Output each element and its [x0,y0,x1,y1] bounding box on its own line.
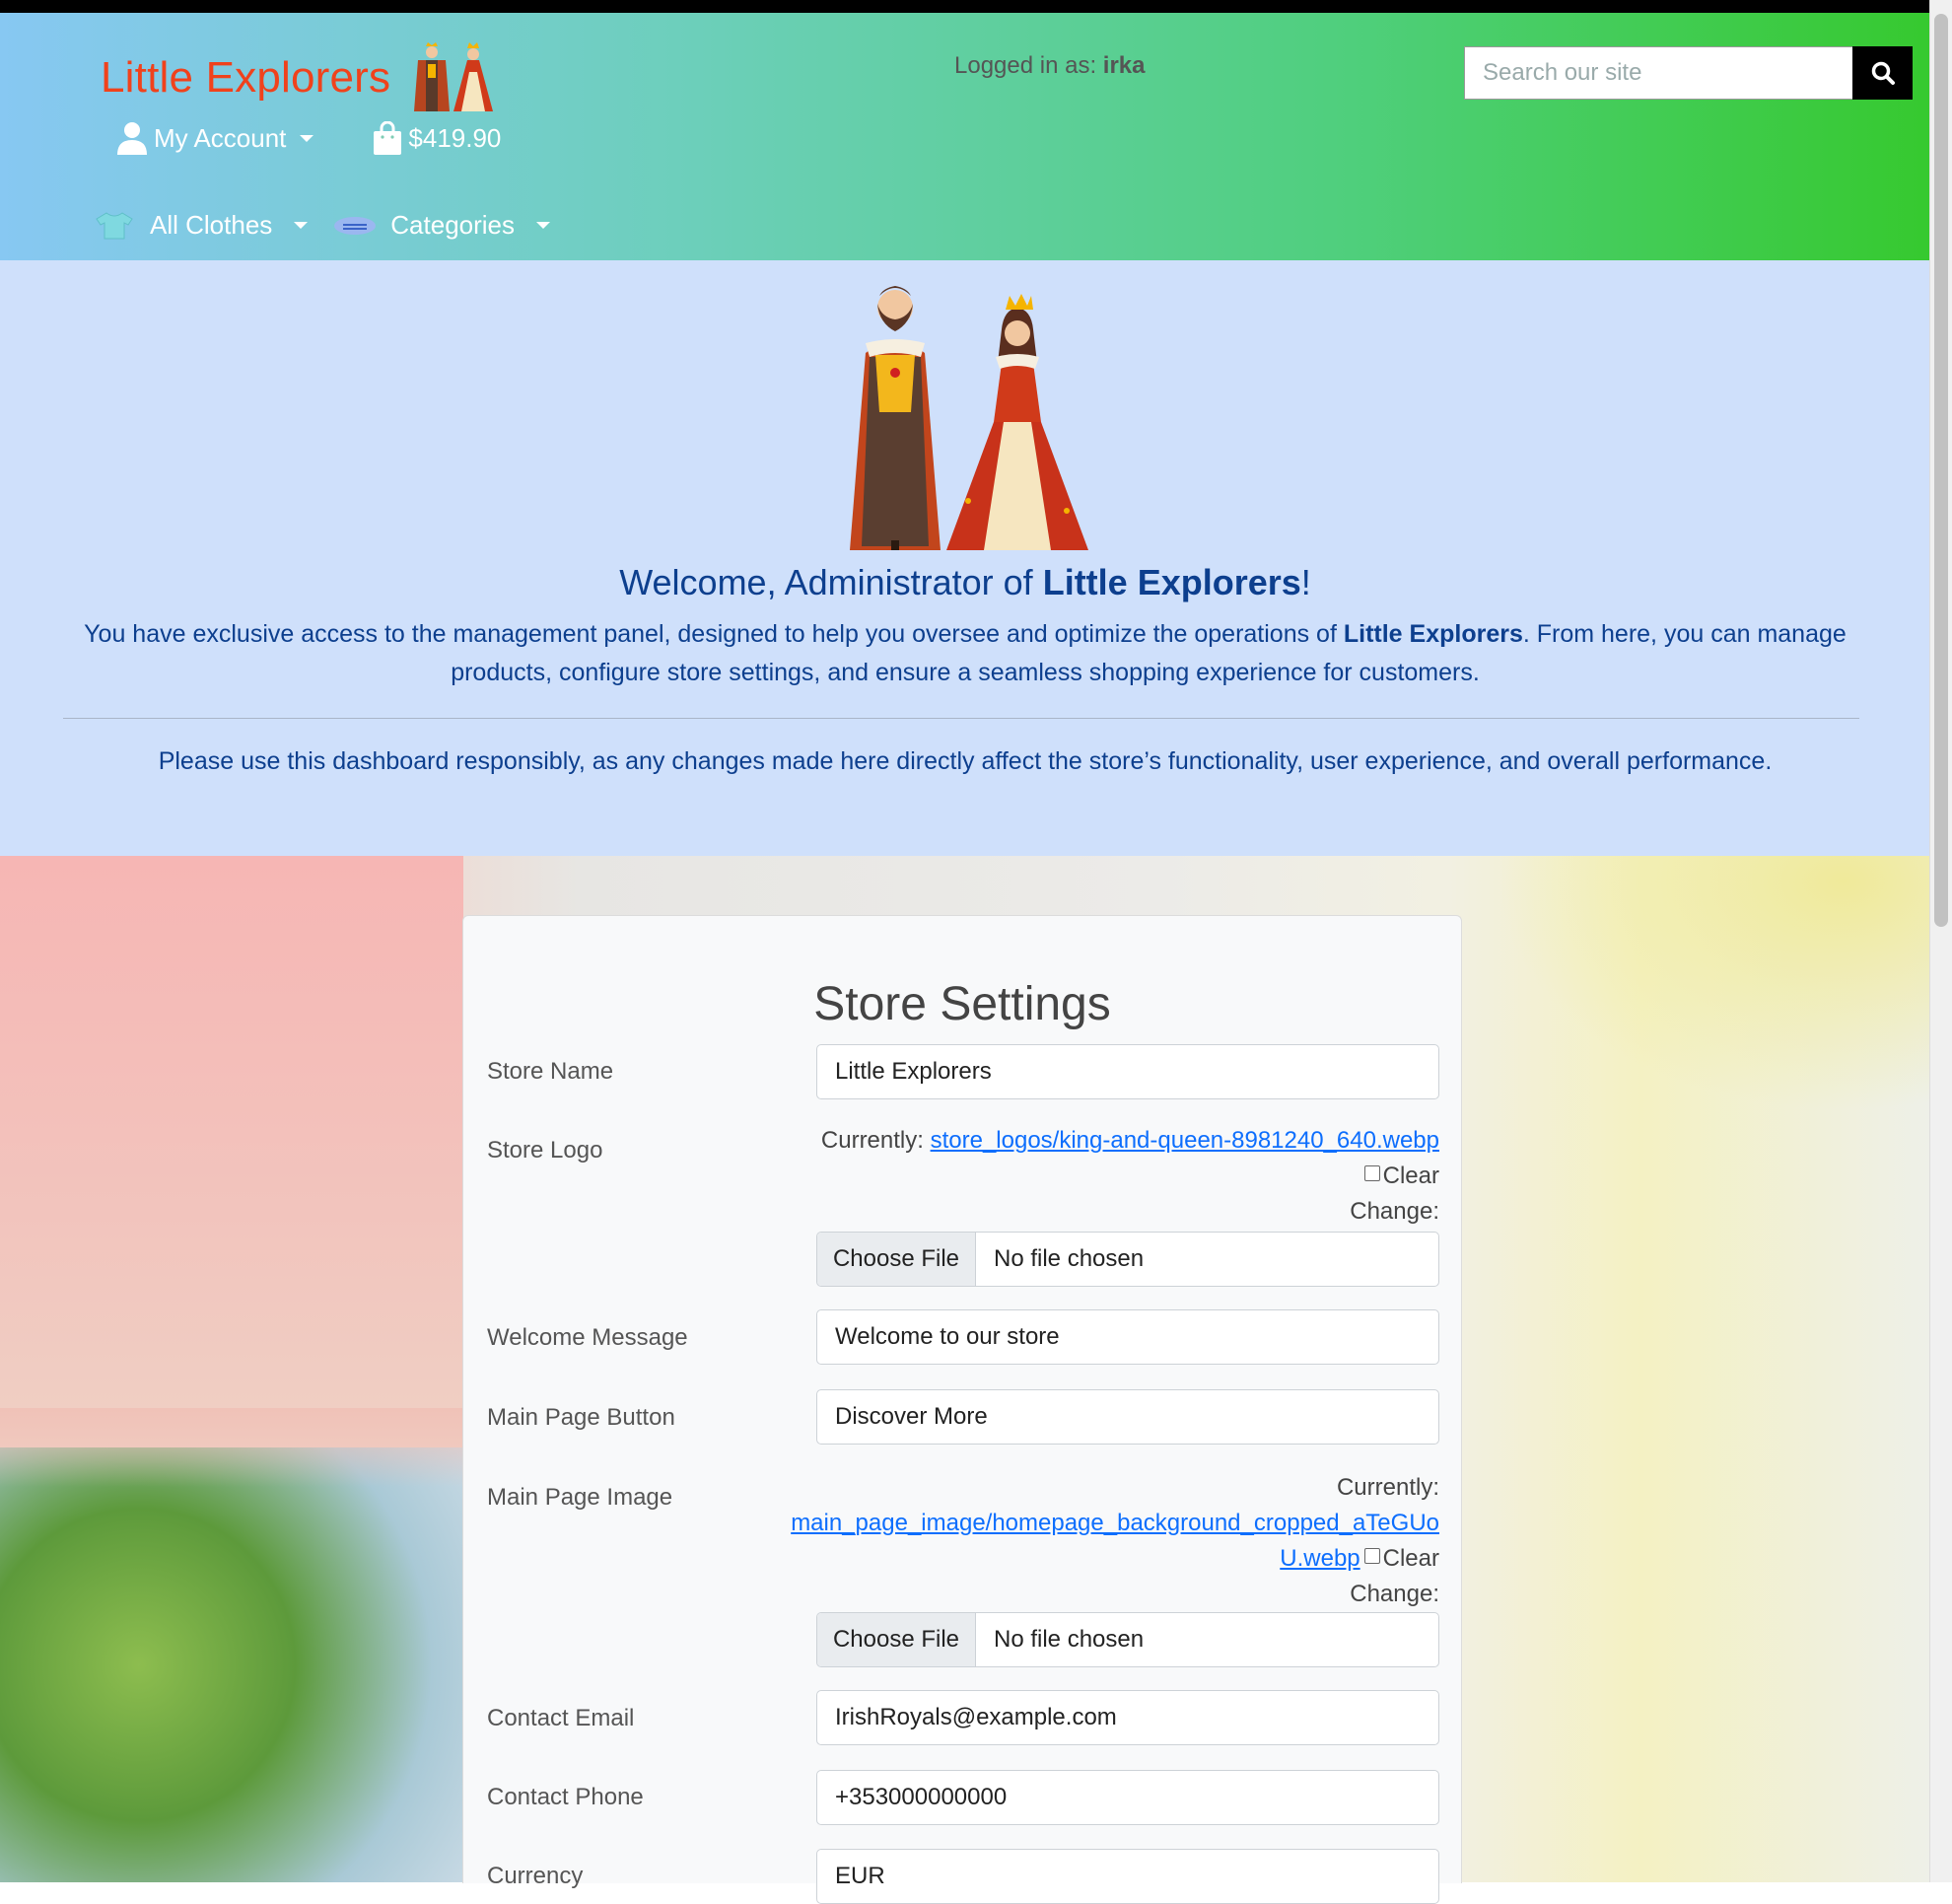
logged-in-status: Logged in as: irka [954,52,1146,80]
change-label: Change: [1350,1198,1439,1225]
divider [63,718,1859,719]
search-input[interactable] [1464,46,1852,100]
file-status: No file chosen [994,1245,1145,1272]
scrollbar-thumb[interactable] [1934,14,1948,927]
brand[interactable]: Little Explorers [101,42,507,113]
chevron-down-icon [536,222,551,229]
admin-description: You have exclusive access to the managem… [63,615,1867,692]
contact-phone-label: Contact Phone [487,1784,644,1810]
site-header: Little Explorers Logged in as: irka Sear… [0,13,1930,260]
background-light [1497,856,1930,1112]
main-button-label: Main Page Button [487,1404,675,1431]
categories-dropdown[interactable]: Categories [333,210,551,241]
currency-label: Currency [487,1863,584,1889]
shopping-bag-icon [374,121,402,155]
logged-in-user: irka [1102,52,1146,79]
clear-label: Clear [1382,1545,1439,1572]
all-clothes-dropdown[interactable]: All Clothes [93,210,309,241]
admin-warning: Please use this dashboard responsibly, a… [158,747,1773,775]
clear-checkbox[interactable] [1363,1165,1380,1181]
main-image-label: Main Page Image [487,1484,673,1511]
chevron-down-icon [300,134,314,142]
categories-label: Categories [390,210,516,240]
clear-checkbox[interactable] [1363,1548,1380,1564]
categories-icon [334,216,377,235]
main-image-clear[interactable]: U.webp Clear [1280,1545,1439,1573]
main-image-link-line1[interactable]: main_page_image/homepage_background_crop… [791,1510,1439,1536]
main-image-currently: Currently: [1336,1474,1439,1501]
store-logo-file-input[interactable]: Choose File No file chosen [816,1232,1439,1287]
brand-name[interactable]: Little Explorers [101,53,390,103]
file-status: No file chosen [994,1626,1145,1653]
currency-input[interactable]: EUR [816,1849,1439,1904]
cart-total: $419.90 [408,122,502,153]
page-scrollbar[interactable] [1929,0,1952,1882]
clear-label: Clear [1382,1163,1439,1189]
king-queen-logo-icon [414,42,494,111]
store-logo-link[interactable]: store_logos/king-and-queen-8981240_640.w… [931,1127,1439,1154]
background-foliage [0,1447,463,1882]
search-button[interactable] [1852,46,1913,100]
welcome-message-input[interactable]: Welcome to our store [816,1309,1439,1365]
logged-in-prefix: Logged in as: [954,52,1097,79]
contact-phone-input[interactable]: +353000000000 [816,1770,1439,1825]
all-clothes-label: All Clothes [150,210,273,240]
choose-file-button[interactable]: Choose File [817,1613,976,1666]
main-image-file-input[interactable]: Choose File No file chosen [816,1612,1439,1667]
admin-welcome-banner: Welcome, Administrator of Little Explore… [0,260,1930,856]
change-label: Change: [1350,1581,1439,1607]
admin-welcome-heading: Welcome, Administrator of Little Explore… [0,562,1930,603]
choose-file-button[interactable]: Choose File [817,1233,976,1286]
background-fabric [0,856,463,1447]
store-settings-form: Store Settings Store Name Little Explore… [462,915,1462,1904]
cart-link[interactable]: $419.90 [373,121,501,155]
user-icon [117,122,147,155]
desc-part-1: You have exclusive access to the managem… [84,620,1344,648]
search-icon [1871,61,1895,85]
search-form [1464,46,1913,100]
store-name-label: Store Name [487,1058,614,1085]
king-and-queen-illustration [850,286,1088,550]
main-image-current: main_page_image/homepage_background_crop… [791,1510,1439,1537]
store-logo-current: Currently: store_logos/king-and-queen-89… [821,1127,1439,1155]
store-logo-clear[interactable]: Clear [1360,1163,1439,1190]
currently-label: Currently: [820,1127,924,1154]
welcome-suffix: ! [1300,562,1311,602]
catalog-nav: All Clothes Categories [93,210,551,241]
store-logo-label: Store Logo [487,1137,603,1164]
store-name-input[interactable]: Little Explorers [816,1044,1439,1099]
my-account-label: My Account [154,122,287,153]
tshirt-icon [96,211,133,239]
welcome-store-name: Little Explorers [1042,562,1301,602]
background-fade [0,1408,463,1487]
chevron-down-icon [294,222,309,229]
account-nav: My Account $419.90 [116,121,501,155]
main-image-link-line2[interactable]: U.webp [1280,1545,1359,1572]
store-settings-title: Store Settings [813,978,1111,1030]
contact-email-label: Contact Email [487,1705,635,1731]
main-button-input[interactable]: Discover More [816,1389,1439,1445]
desc-store-name: Little Explorers [1343,620,1523,648]
contact-email-input[interactable]: IrishRoyals@example.com [816,1690,1439,1745]
welcome-prefix: Welcome, Administrator of [619,562,1043,602]
my-account-dropdown[interactable]: My Account [116,121,314,155]
window-top-strip [0,0,1952,13]
welcome-message-label: Welcome Message [487,1324,688,1351]
